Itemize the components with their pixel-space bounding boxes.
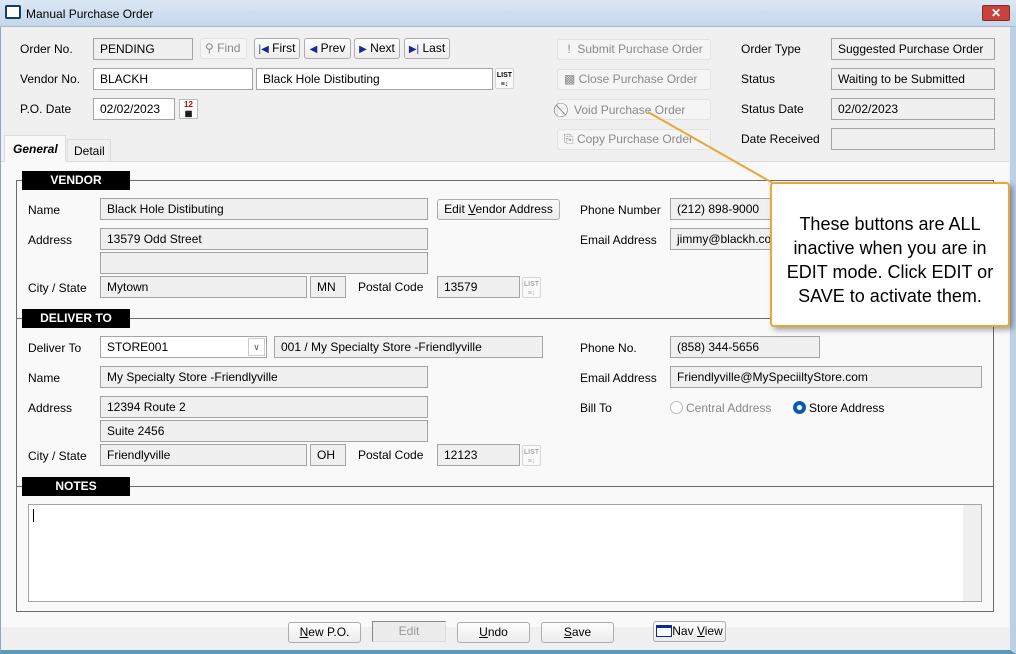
- callout-note: These buttons are ALL inactive when you …: [770, 182, 1010, 327]
- callout-pointer: [647, 111, 779, 187]
